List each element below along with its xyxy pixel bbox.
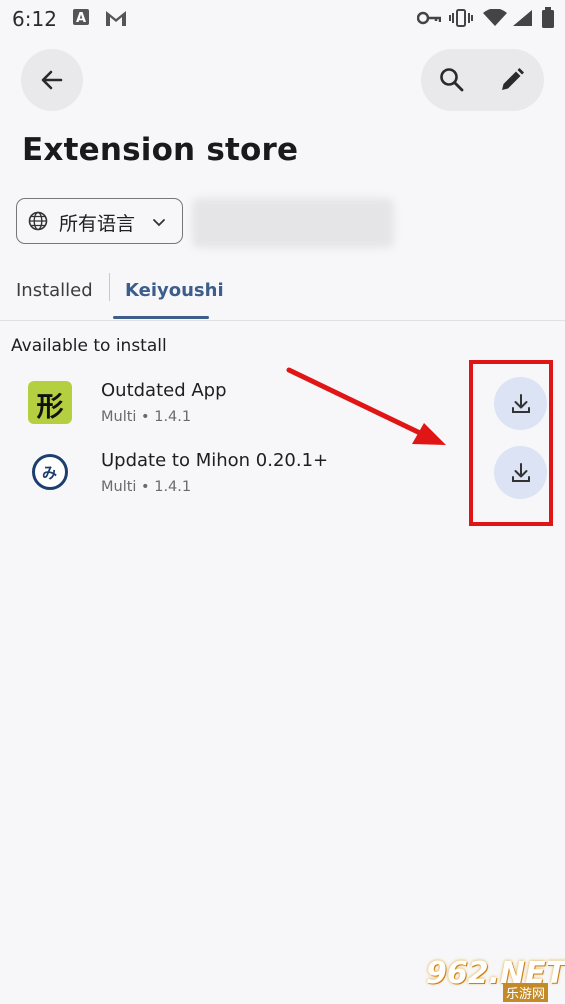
back-button[interactable]	[21, 49, 83, 111]
wifi-icon	[482, 8, 508, 31]
language-filter-chip[interactable]: 所有语言	[16, 198, 183, 244]
edit-icon[interactable]	[498, 66, 526, 98]
gmail-icon	[104, 8, 128, 32]
chevron-down-icon	[152, 214, 166, 233]
arrow-back-icon	[39, 67, 65, 97]
app-icon-mihon: み	[32, 454, 68, 490]
app-icon-outdated: 形	[28, 381, 72, 424]
search-icon[interactable]	[438, 66, 466, 98]
watermark-sub: 乐游网	[503, 983, 549, 1002]
status-bar: 6:12 A	[0, 0, 565, 40]
app-icon-glyph: み	[41, 464, 57, 482]
blurred-filter-area	[192, 198, 394, 248]
toolbar-actions	[421, 49, 544, 111]
svg-text:A: A	[76, 11, 86, 26]
extension-meta: Multi • 1.4.1	[101, 479, 192, 495]
battery-icon	[541, 7, 555, 33]
section-header: Available to install	[11, 336, 167, 356]
tab-installed[interactable]: Installed	[16, 280, 93, 301]
annotation-highlight-box	[469, 360, 553, 526]
a-icon: A	[72, 8, 90, 30]
globe-icon	[28, 211, 48, 235]
extension-name: Outdated App	[101, 380, 227, 401]
tab-keiyoushi[interactable]: Keiyoushi	[125, 280, 224, 301]
language-filter-label: 所有语言	[59, 213, 136, 235]
vpn-key-icon	[416, 10, 442, 30]
signal-icon	[512, 9, 534, 31]
vibrate-icon	[449, 8, 473, 32]
tab-selected-indicator	[113, 316, 209, 319]
page-title: Extension store	[22, 132, 299, 168]
app-icon-glyph: 形	[36, 392, 64, 423]
tabs-divider	[0, 320, 565, 321]
status-time: 6:12	[12, 7, 57, 31]
tab-divider	[109, 273, 110, 301]
extension-name: Update to Mihon 0.20.1+	[101, 450, 329, 471]
extension-meta: Multi • 1.4.1	[101, 409, 192, 425]
